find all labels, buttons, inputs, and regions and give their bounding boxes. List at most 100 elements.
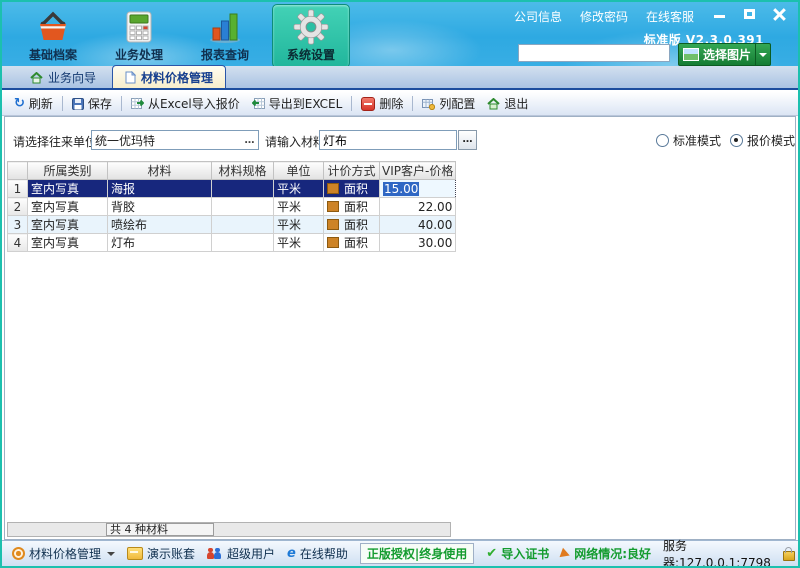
main-nav: 基础档案 业务处理 xyxy=(14,4,350,66)
category-cell[interactable]: 室内写真 xyxy=(28,198,108,216)
save-button[interactable]: 保存 xyxy=(66,93,118,114)
toolbar-separator xyxy=(351,96,352,111)
save-icon xyxy=(72,98,84,110)
table-row[interactable]: 3 室内写真 喷绘布 平米 面积 40.00 xyxy=(8,216,456,234)
col-pricing[interactable]: 计价方式 xyxy=(324,162,380,180)
column-config-icon xyxy=(422,98,435,110)
category-cell[interactable]: 室内写真 xyxy=(28,216,108,234)
material-cell[interactable]: 灯布 xyxy=(108,234,212,252)
online-help-item[interactable]: e 在线帮助 xyxy=(287,545,348,562)
spec-cell[interactable] xyxy=(212,180,274,198)
area-swatch-icon xyxy=(327,201,339,212)
module-icon xyxy=(12,547,25,560)
material-input[interactable] xyxy=(319,130,457,150)
dropdown-caret-icon[interactable] xyxy=(755,44,770,65)
radio-label: 标准模式 xyxy=(673,132,721,149)
material-browse-button[interactable]: … xyxy=(458,130,477,150)
gear-icon xyxy=(273,8,349,46)
network-status-item[interactable]: 网络情况:良好 xyxy=(561,545,651,562)
tab-business-wizard[interactable]: 业务向导 xyxy=(18,66,108,88)
lock-screen-item[interactable]: 锁屏 xyxy=(783,545,800,562)
button-label: 导出到EXCEL xyxy=(269,95,343,112)
spec-cell[interactable] xyxy=(212,216,274,234)
vendor-browse-icon[interactable]: … xyxy=(242,135,258,146)
material-cell[interactable]: 背胶 xyxy=(108,198,212,216)
col-spec[interactable]: 材料规格 xyxy=(212,162,274,180)
col-category[interactable]: 所属类别 xyxy=(28,162,108,180)
rownum-cell: 2 xyxy=(8,198,28,216)
excel-import-icon xyxy=(131,98,144,110)
price-cell[interactable]: 22.00 xyxy=(380,198,456,216)
button-label: 列配置 xyxy=(439,95,475,112)
exit-button[interactable]: 退出 xyxy=(481,93,534,114)
unit-cell[interactable]: 平米 xyxy=(274,198,324,216)
spec-cell[interactable] xyxy=(212,198,274,216)
minimize-icon[interactable] xyxy=(713,8,726,20)
col-vip-price[interactable]: VIP客户-价格 xyxy=(380,162,456,180)
material-cell[interactable]: 海报 xyxy=(108,180,212,198)
module-label: 材料价格管理 xyxy=(29,545,101,562)
nav-reports[interactable]: 报表查询 xyxy=(186,4,264,66)
nav-system-settings[interactable]: 系统设置 xyxy=(272,4,350,66)
pricing-cell[interactable]: 面积 xyxy=(324,198,380,216)
image-path-input[interactable] xyxy=(518,44,670,62)
vendor-label: 请选择往来单位 xyxy=(13,133,97,150)
vendor-combo[interactable]: 统一优玛特 … xyxy=(91,130,259,150)
price-cell-editing[interactable]: 15.00 xyxy=(380,180,456,198)
home-icon xyxy=(30,72,43,84)
basket-icon xyxy=(15,8,91,46)
toolbar-separator xyxy=(62,96,63,111)
unit-cell[interactable]: 平米 xyxy=(274,180,324,198)
col-unit[interactable]: 单位 xyxy=(274,162,324,180)
unit-cell[interactable]: 平米 xyxy=(274,234,324,252)
nav-label: 报表查询 xyxy=(187,46,263,63)
filter-row: 请选择往来单位 统一优玛特 … 请输入材料 … 标准模式 报价模式 xyxy=(5,130,795,150)
col-rownum[interactable] xyxy=(8,162,28,180)
user-label: 超级用户 xyxy=(227,545,275,562)
delete-icon xyxy=(361,97,375,111)
col-material[interactable]: 材料 xyxy=(108,162,212,180)
module-menu[interactable]: 材料价格管理 xyxy=(12,545,115,562)
maximize-icon[interactable] xyxy=(743,8,756,20)
column-config-button[interactable]: 列配置 xyxy=(416,93,481,114)
spec-cell[interactable] xyxy=(212,234,274,252)
tab-material-price[interactable]: 材料价格管理 xyxy=(112,65,226,88)
account-item[interactable]: 演示账套 xyxy=(127,545,195,562)
table-row[interactable]: 2 室内写真 背胶 平米 面积 22.00 xyxy=(8,198,456,216)
import-cert-item[interactable]: ✔ 导入证书 xyxy=(486,545,549,562)
cert-label: 导入证书 xyxy=(501,545,549,562)
online-support-link[interactable]: 在线客服 xyxy=(646,8,694,25)
grid-header-row: 所属类别 材料 材料规格 单位 计价方式 VIP客户-价格 xyxy=(8,162,456,180)
area-swatch-icon xyxy=(327,219,339,230)
delete-button[interactable]: 删除 xyxy=(355,93,409,114)
company-info-link[interactable]: 公司信息 xyxy=(514,8,562,25)
user-item[interactable]: 超级用户 xyxy=(207,545,275,562)
pick-image-button[interactable]: 选择图片 xyxy=(678,43,771,66)
close-icon[interactable] xyxy=(773,8,786,20)
app-window: 公司信息 修改密码 在线客服 标准版 V2.3.0.391 xyxy=(0,0,800,568)
refresh-button[interactable]: ↻ 刷新 xyxy=(8,93,59,114)
area-swatch-icon xyxy=(327,183,339,194)
category-cell[interactable]: 室内写真 xyxy=(28,180,108,198)
change-password-link[interactable]: 修改密码 xyxy=(580,8,628,25)
table-row[interactable]: 4 室内写真 灯布 平米 面积 30.00 xyxy=(8,234,456,252)
table-row[interactable]: 1 室内写真 海报 平米 面积 15.00 xyxy=(8,180,456,198)
material-cell[interactable]: 喷绘布 xyxy=(108,216,212,234)
import-excel-button[interactable]: 从Excel导入报价 xyxy=(125,93,246,114)
category-cell[interactable]: 室内写真 xyxy=(28,234,108,252)
radio-standard-mode[interactable]: 标准模式 xyxy=(656,132,721,149)
radio-icon-selected xyxy=(730,134,743,147)
pricing-cell[interactable]: 面积 xyxy=(324,180,380,198)
price-cell[interactable]: 40.00 xyxy=(380,216,456,234)
pricing-cell[interactable]: 面积 xyxy=(324,216,380,234)
radio-quote-mode[interactable]: 报价模式 xyxy=(730,132,795,149)
unit-cell[interactable]: 平米 xyxy=(274,216,324,234)
tab-label: 材料价格管理 xyxy=(141,69,213,86)
nav-business[interactable]: 业务处理 xyxy=(100,4,178,66)
price-cell[interactable]: 30.00 xyxy=(380,234,456,252)
export-excel-button[interactable]: 导出到EXCEL xyxy=(246,93,349,114)
pricing-cell[interactable]: 面积 xyxy=(324,234,380,252)
rownum-cell: 3 xyxy=(8,216,28,234)
exit-icon xyxy=(487,98,500,110)
nav-basic-files[interactable]: 基础档案 xyxy=(14,4,92,66)
